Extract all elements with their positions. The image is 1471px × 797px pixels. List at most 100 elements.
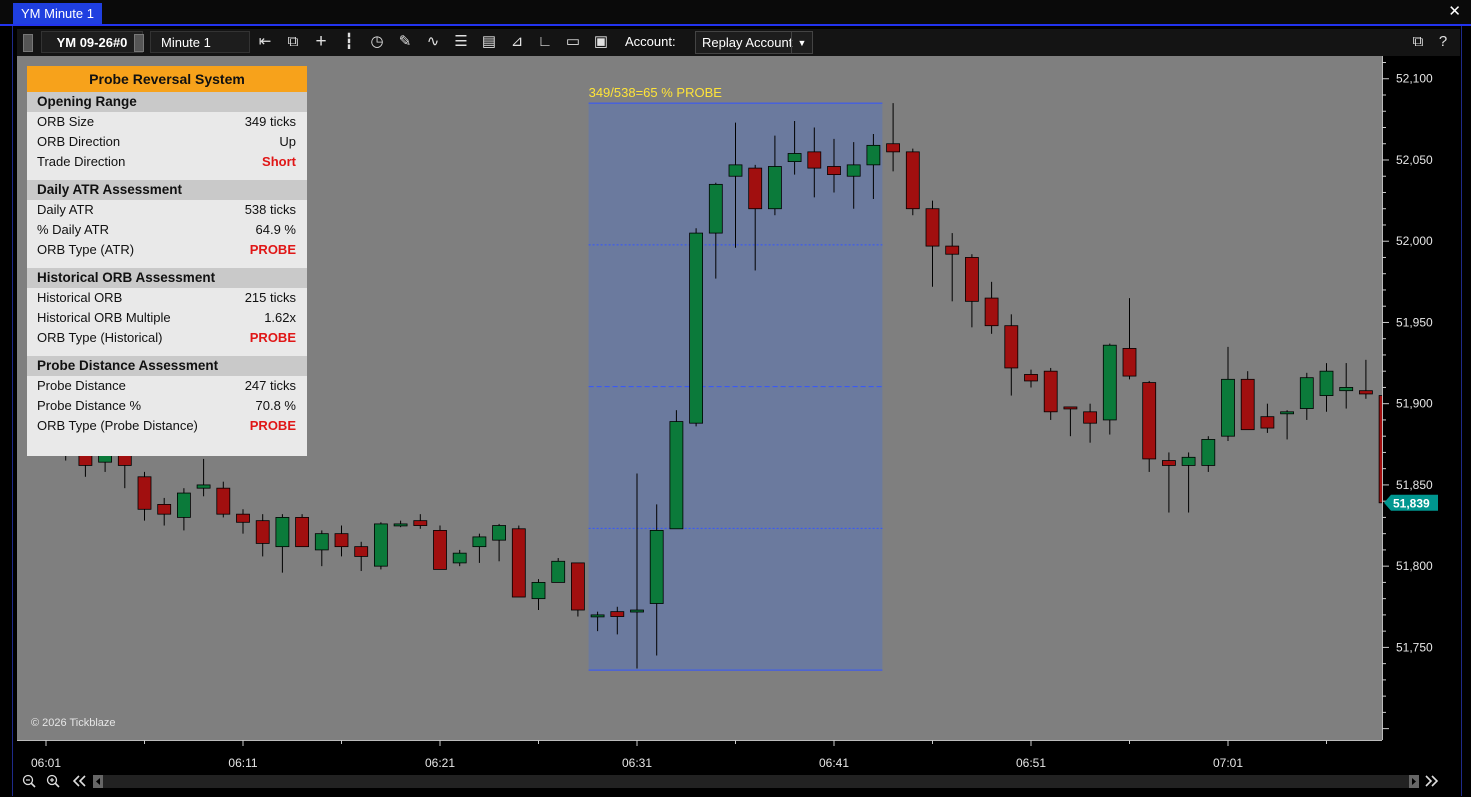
save-icon[interactable]: ▣ [591, 32, 611, 52]
candle[interactable] [551, 558, 566, 583]
candle[interactable] [1122, 298, 1137, 380]
candle[interactable] [196, 458, 211, 497]
candle-body [216, 487, 231, 515]
time-axis[interactable]: 06:01 06:11 06:21 06:31 06:41 06:51 07:01 [17, 740, 1382, 772]
link-toggle-2-icon[interactable] [134, 34, 144, 52]
chart-style-icon[interactable]: ┇ [339, 32, 359, 52]
candle[interactable] [965, 254, 979, 328]
row-label: Probe Distance % [37, 398, 142, 413]
candle[interactable] [354, 541, 369, 572]
horizontal-scrollbar[interactable] [17, 772, 1460, 792]
candle[interactable] [511, 525, 526, 598]
link-toggle-icon[interactable] [23, 34, 33, 52]
account-select[interactable]: Replay Account ▼ [695, 31, 813, 54]
candle[interactable] [571, 562, 585, 617]
candle[interactable] [886, 103, 900, 172]
candle[interactable] [1024, 369, 1038, 388]
candle[interactable] [1162, 452, 1176, 513]
candle[interactable] [255, 514, 270, 557]
folder-icon[interactable]: ▭ [563, 32, 583, 52]
candle[interactable] [1043, 367, 1058, 420]
zoom-in-icon[interactable] [46, 774, 60, 788]
candle[interactable] [945, 233, 960, 302]
instrument-selector[interactable]: YM 09-26#0 [41, 31, 143, 53]
candle[interactable] [1221, 346, 1235, 442]
candle-body [984, 297, 999, 327]
candle[interactable] [1181, 452, 1196, 513]
zoom-out-icon[interactable] [22, 774, 36, 788]
candle[interactable] [334, 525, 349, 557]
account-label: Account: [625, 34, 676, 49]
candle[interactable] [1004, 314, 1019, 396]
panel-row: Probe Distance % 70.8 % [27, 396, 307, 416]
candle[interactable] [413, 514, 428, 529]
crosshair-icon[interactable]: + [311, 32, 331, 52]
strategy-report-icon[interactable]: ▤ [479, 32, 499, 52]
chevron-down-icon[interactable]: ▼ [791, 32, 812, 53]
candle[interactable] [1280, 410, 1294, 440]
pencil-icon[interactable]: ✎ [395, 32, 415, 52]
candle[interactable] [1260, 403, 1275, 433]
candle[interactable] [275, 514, 290, 573]
close-icon[interactable]: ✕ [1448, 3, 1461, 21]
candle[interactable] [905, 148, 920, 216]
bar-spacing-icon[interactable]: ⇤ [255, 32, 275, 52]
scroll-to-end-icon[interactable] [1425, 775, 1439, 787]
candle[interactable] [1083, 403, 1097, 443]
candle[interactable] [295, 514, 310, 548]
candle-body [669, 421, 684, 530]
candle[interactable] [1299, 372, 1314, 420]
chart-toolbar: YM 09-26#0 Minute 1 ⇤ ⧉ + ┇ ◷ ✎ ∿ ☰ ▤ ⊿ … [17, 29, 1460, 56]
drawing-tools-icon[interactable]: ∿ [423, 32, 443, 52]
candle[interactable] [452, 549, 467, 567]
autoscale-icon[interactable]: ⧉ [283, 32, 303, 52]
row-value: 349 ticks [244, 114, 296, 129]
panel-row: ORB Type (Historical) PROBE [27, 328, 307, 348]
help-icon[interactable]: ? [1433, 32, 1453, 52]
price-tick-label: 52,100 [1396, 72, 1433, 86]
candle[interactable] [669, 410, 684, 530]
angle-tool-icon[interactable]: ∟ [535, 32, 555, 52]
candle[interactable] [1359, 359, 1373, 399]
candle[interactable] [1339, 363, 1354, 409]
candle-body [1359, 390, 1373, 395]
candle-body [1181, 456, 1196, 466]
timeframe-selector[interactable]: Minute 1 [150, 31, 250, 53]
candle[interactable] [157, 497, 172, 526]
candle[interactable] [137, 471, 152, 521]
candle[interactable] [373, 522, 388, 570]
candle[interactable] [1319, 363, 1334, 412]
candle-body [768, 166, 782, 210]
clock-icon[interactable]: ◷ [367, 32, 387, 52]
candle[interactable] [314, 530, 329, 567]
candle[interactable] [472, 533, 487, 563]
copy-icon[interactable]: ⧉ [1408, 32, 1428, 52]
candle[interactable] [1063, 406, 1078, 437]
candle[interactable] [236, 509, 250, 534]
candle-body [295, 517, 310, 548]
candle[interactable] [216, 481, 231, 518]
candle[interactable] [984, 281, 999, 334]
line-tool-icon[interactable]: ⊿ [507, 32, 527, 52]
candle[interactable] [393, 520, 408, 528]
scroll-to-start-icon[interactable] [72, 775, 86, 787]
row-label: % Daily ATR [37, 222, 109, 237]
candle[interactable] [925, 200, 940, 287]
price-axis[interactable]: 52,100 52,050 52,000 51,950 51,900 51,850 51,8… [1382, 56, 1460, 740]
candle[interactable] [1201, 436, 1216, 472]
panel-row: Daily ATR 538 ticks [27, 200, 307, 220]
candle[interactable] [689, 228, 703, 427]
candle[interactable] [176, 488, 191, 531]
candle[interactable] [531, 579, 546, 611]
window-tab[interactable]: YM Minute 1 [13, 3, 102, 24]
candle[interactable] [492, 523, 507, 562]
scroll-track[interactable] [103, 775, 1409, 788]
candle[interactable] [1142, 380, 1157, 472]
section-heading: Opening Range [27, 92, 307, 112]
candle[interactable] [1240, 371, 1255, 431]
row-label: ORB Size [37, 114, 95, 129]
candle-body [1240, 378, 1255, 431]
candle[interactable] [1102, 343, 1117, 435]
candle[interactable] [433, 525, 447, 570]
indicators-icon[interactable]: ☰ [451, 32, 471, 52]
